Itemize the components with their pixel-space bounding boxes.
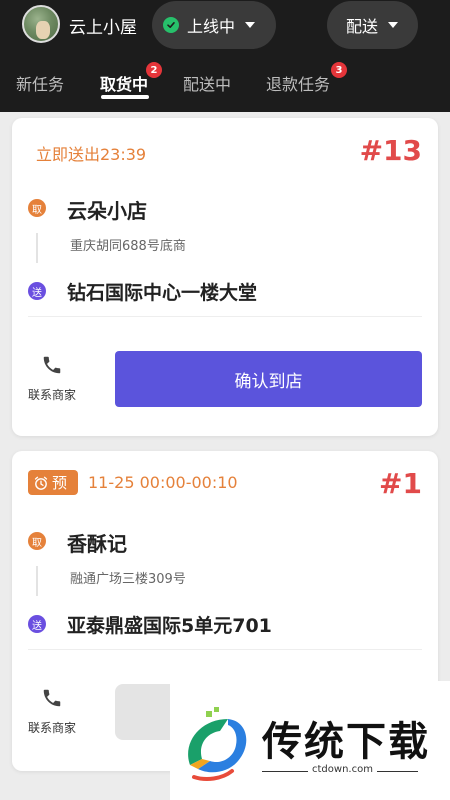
tab-picking-up[interactable]: 取货中 [100,71,148,95]
tab-refund-tasks[interactable]: 退款任务 [266,71,330,95]
watermark: 传统下载 ctdown.com [170,681,450,800]
ctdown-logo-icon [188,707,247,781]
order-number: #13 [359,134,422,167]
pickup-marker-icon: 取 [28,532,46,550]
status-label: 上线中 [187,17,236,36]
mode-label: 配送 [346,17,379,36]
watermark-brand: 传统下载 [262,719,430,765]
watermark-url: ctdown.com [308,764,377,775]
active-tab-indicator [101,95,149,99]
pickup-address: 重庆胡同688号底商 [70,239,186,254]
divider [28,649,422,650]
pickup-store-name: 香酥记 [67,532,127,556]
tab-delivering[interactable]: 配送中 [183,71,231,95]
order-card[interactable]: 立即送出23:39 #13 取 云朵小店 重庆胡同688号底商 送 钻石国际中心… [12,118,438,436]
caret-down-icon [245,22,256,28]
delivery-marker-icon: 送 [28,282,46,300]
contact-merchant-label: 联系商家 [27,721,76,735]
contact-merchant-button[interactable]: 联系商家 [12,687,92,736]
phone-icon [43,689,61,707]
delivery-time: 立即送出23:39 [36,145,147,164]
delivery-time: 11-25 00:00-00:10 [88,473,238,492]
alarm-clock-icon [34,476,48,490]
tab-badge-picking-up: 2 [146,62,162,78]
route-line [36,566,38,596]
route-line [36,233,38,263]
preorder-badge: 预 [28,470,78,495]
delivery-address: 钻石国际中心一楼大堂 [67,282,258,304]
top-header: 云上小屋 上线中 配送 新任务 取货中 2 配送中 退款任务 3 [0,0,450,112]
confirm-arrival-button[interactable]: 确认到店 [115,351,422,407]
tab-badge-refund: 3 [331,62,347,78]
order-number: #1 [379,467,422,500]
delivery-marker-icon: 送 [28,615,46,633]
store-avatar[interactable] [22,5,60,43]
pickup-marker-icon: 取 [28,199,46,217]
store-name: 云上小屋 [69,18,137,38]
pickup-address: 融通广场三楼309号 [70,572,186,587]
task-tabs: 新任务 取货中 2 配送中 退款任务 3 [0,62,450,104]
preorder-label: 预 [52,474,68,492]
tab-new-tasks[interactable]: 新任务 [16,71,64,95]
mode-dropdown[interactable]: 配送 [327,1,418,49]
contact-merchant-button[interactable]: 联系商家 [12,354,92,403]
delivery-address: 亚泰鼎盛国际5单元701 [67,615,272,637]
pickup-store-name: 云朵小店 [67,199,147,223]
phone-icon [43,356,61,374]
check-circle-icon [163,17,179,33]
contact-merchant-label: 联系商家 [27,388,76,402]
status-dropdown[interactable]: 上线中 [152,1,276,49]
divider [28,316,422,317]
caret-down-icon [388,22,399,28]
